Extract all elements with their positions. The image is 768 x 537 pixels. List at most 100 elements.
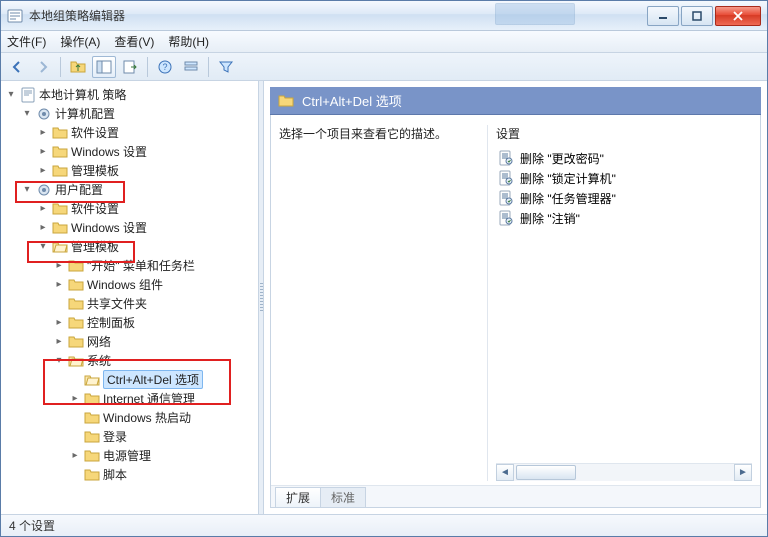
folder-open-icon <box>68 353 84 369</box>
horizontal-scrollbar[interactable]: ◄ ► <box>496 463 752 481</box>
node-label: 用户配置 <box>55 181 103 198</box>
tree-item[interactable]: ▸Windows 设置 <box>37 142 258 161</box>
twisty-closed-icon[interactable]: ▸ <box>69 393 81 405</box>
app-icon <box>7 8 23 24</box>
policy-icon <box>498 150 514 166</box>
tree-user-config[interactable]: ▾ 用户配置 <box>21 180 258 199</box>
up-button[interactable] <box>66 56 90 78</box>
node-label: Windows 热启动 <box>103 409 191 426</box>
folder-icon <box>278 93 294 109</box>
policy-item[interactable]: 删除 "注销" <box>496 208 752 228</box>
tree-item[interactable]: ▸共享文件夹 <box>53 294 258 313</box>
tree-item[interactable]: ▸ 软件设置 <box>37 199 258 218</box>
policy-item[interactable]: 删除 "锁定计算机" <box>496 168 752 188</box>
node-label: 软件设置 <box>71 200 119 217</box>
twisty-closed-icon[interactable]: ▸ <box>37 127 49 139</box>
tab-extended[interactable]: 扩展 <box>275 487 321 507</box>
policy-icon <box>498 170 514 186</box>
tree-item[interactable]: ▸ 网络 <box>53 332 258 351</box>
twisty-closed-icon[interactable]: ▸ <box>53 279 65 291</box>
tree-item[interactable]: ▸ Windows 设置 <box>37 218 258 237</box>
policy-item[interactable]: 删除 "更改密码" <box>496 148 752 168</box>
tree-root-label: 本地计算机 策略 <box>39 86 126 103</box>
folder-icon <box>52 220 68 236</box>
tree-item[interactable]: ▸管理模板 <box>37 161 258 180</box>
splitter[interactable] <box>259 81 264 514</box>
twisty-closed-icon[interactable]: ▸ <box>37 165 49 177</box>
twisty-open-icon[interactable]: ▾ <box>53 355 65 367</box>
twisty-closed-icon[interactable]: ▸ <box>37 203 49 215</box>
forward-button[interactable] <box>31 56 55 78</box>
tree-computer-config[interactable]: ▾ 计算机配置 <box>21 104 258 123</box>
node-label: 网络 <box>87 333 111 350</box>
twisty-closed-icon[interactable]: ▸ <box>37 222 49 234</box>
policy-item-label: 删除 "锁定计算机" <box>520 170 616 187</box>
twisty-closed-icon[interactable]: ▸ <box>37 146 49 158</box>
toolbar-separator <box>60 57 61 77</box>
content-header-title: Ctrl+Alt+Del 选项 <box>302 91 402 110</box>
tree-pane: ▾ 本地计算机 策略 ▾ 计算机配置 <box>1 81 259 514</box>
tree-item[interactable]: ▸脚本 <box>69 465 258 484</box>
show-hide-tree-button[interactable] <box>92 56 116 78</box>
filter-options-button[interactable] <box>179 56 203 78</box>
twisty-closed-icon[interactable]: ▸ <box>53 317 65 329</box>
tree-admin-templates[interactable]: ▾ 管理模板 <box>37 237 258 256</box>
tree-system[interactable]: ▾ 系统 <box>53 351 258 370</box>
toolbar-separator <box>147 57 148 77</box>
node-label: Windows 组件 <box>87 276 163 293</box>
scroll-right-button[interactable]: ► <box>734 464 752 481</box>
menu-action[interactable]: 操作(A) <box>60 33 100 50</box>
tab-standard[interactable]: 标准 <box>320 487 366 507</box>
minimize-button[interactable] <box>647 6 679 26</box>
tree-item[interactable]: ▸ Internet 通信管理 <box>69 389 258 408</box>
tree-item[interactable]: ▸"开始" 菜单和任务栏 <box>53 256 258 275</box>
twisty-open-icon[interactable]: ▾ <box>21 184 33 196</box>
policy-list[interactable]: 删除 "更改密码" 删除 "锁定计算机" 删除 "任务管理器" 删除 "注销" <box>496 148 752 463</box>
description-column: 选择一个项目来查看它的描述。 <box>279 125 479 481</box>
folder-open-icon <box>52 239 68 255</box>
body: ▾ 本地计算机 策略 ▾ 计算机配置 <box>1 81 767 514</box>
twisty-closed-icon[interactable]: ▸ <box>53 260 65 272</box>
filter-button[interactable] <box>214 56 238 78</box>
tree-item[interactable]: ▸控制面板 <box>53 313 258 332</box>
maximize-button[interactable] <box>681 6 713 26</box>
close-button[interactable] <box>715 6 761 26</box>
scroll-left-button[interactable]: ◄ <box>496 464 514 481</box>
node-label: 脚本 <box>103 466 127 483</box>
menubar: 文件(F) 操作(A) 查看(V) 帮助(H) <box>1 31 767 53</box>
twisty-closed-icon[interactable]: ▸ <box>69 450 81 462</box>
folder-icon <box>52 144 68 160</box>
tree-ctrl-alt-del[interactable]: ▸Ctrl+Alt+Del 选项 <box>69 370 258 389</box>
tree-item[interactable]: ▸ Windows 组件 <box>53 275 258 294</box>
menu-view[interactable]: 查看(V) <box>114 33 154 50</box>
tree-item[interactable]: ▸Windows 热启动 <box>69 408 258 427</box>
folder-icon <box>68 277 84 293</box>
node-label: Internet 通信管理 <box>103 390 195 407</box>
toolbar: ? <box>1 53 767 81</box>
policy-item-label: 删除 "任务管理器" <box>520 190 616 207</box>
content-header: Ctrl+Alt+Del 选项 <box>270 87 761 115</box>
toolbar-separator <box>208 57 209 77</box>
export-button[interactable] <box>118 56 142 78</box>
back-button[interactable] <box>5 56 29 78</box>
tree-item[interactable]: ▸电源管理 <box>69 446 258 465</box>
menu-file[interactable]: 文件(F) <box>7 33 46 50</box>
tree-scroll[interactable]: ▾ 本地计算机 策略 ▾ 计算机配置 <box>1 81 258 514</box>
gear-icon <box>36 106 52 122</box>
tree-item[interactable]: ▸软件设置 <box>37 123 258 142</box>
tree-item[interactable]: ▸登录 <box>69 427 258 446</box>
node-label: Windows 设置 <box>71 219 147 236</box>
statusbar: 4 个设置 <box>1 514 767 536</box>
policy-icon <box>498 190 514 206</box>
app-window: 本地组策略编辑器 文件(F) 操作(A) 查看(V) 帮助(H) ? <box>0 0 768 537</box>
help-button[interactable]: ? <box>153 56 177 78</box>
tree-root[interactable]: ▾ 本地计算机 策略 <box>5 85 258 104</box>
scroll-thumb[interactable] <box>516 465 576 480</box>
twisty-open-icon[interactable]: ▾ <box>37 241 49 253</box>
twisty-open-icon[interactable]: ▾ <box>21 108 33 120</box>
twisty-open-icon[interactable]: ▾ <box>5 89 17 101</box>
policy-item[interactable]: 删除 "任务管理器" <box>496 188 752 208</box>
menu-help[interactable]: 帮助(H) <box>168 33 209 50</box>
twisty-closed-icon[interactable]: ▸ <box>53 336 65 348</box>
folder-icon <box>68 334 84 350</box>
